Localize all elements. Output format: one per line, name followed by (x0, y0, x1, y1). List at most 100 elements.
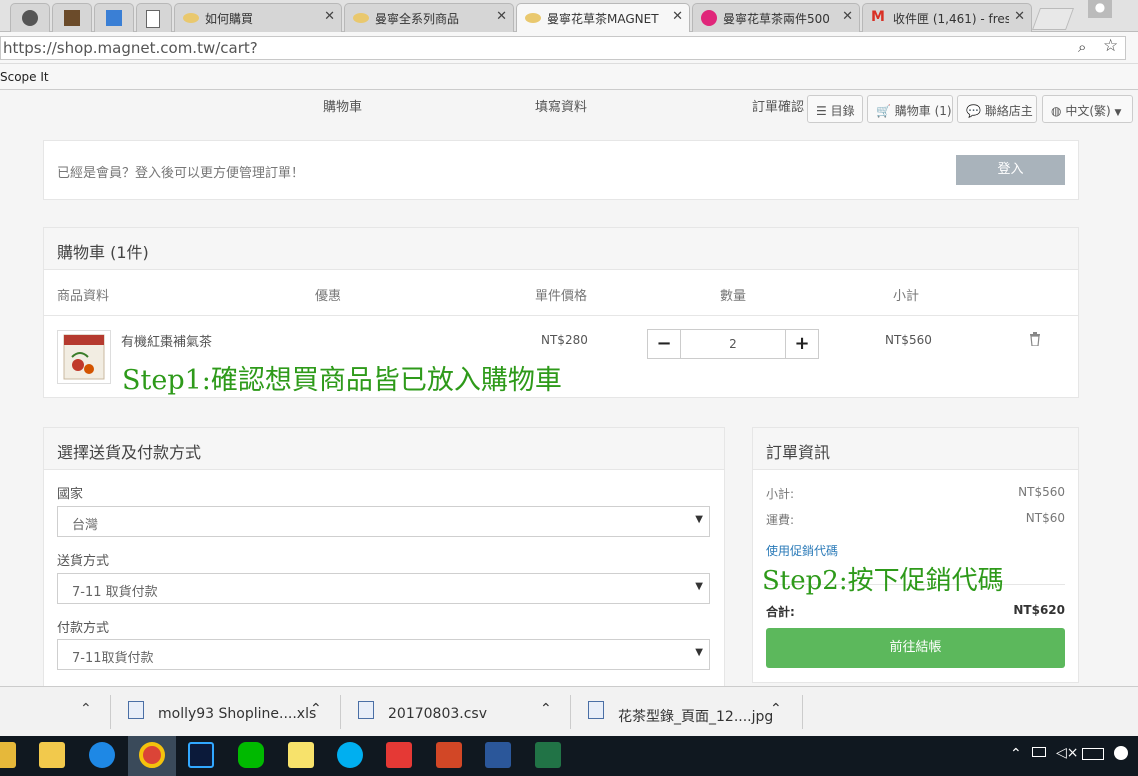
download-name: 花茶型錄_頁面_12....jpg (618, 709, 774, 725)
volume-icon[interactable]: ◁× (1056, 745, 1079, 761)
cart-label: 購物車 (1) (894, 104, 952, 118)
divider (340, 695, 341, 729)
file-explorer-icon[interactable] (39, 742, 65, 768)
tab-all-products[interactable]: 曼寧全系列商品 ✕ (344, 3, 514, 32)
quantity-input[interactable]: 2 (681, 329, 785, 359)
downloads-bar: ⌃ molly93 Shopline....xls ⌃ 20170803.csv… (0, 686, 1138, 736)
col-discount: 優惠 (315, 289, 342, 304)
caret-down-icon: ▼ (1114, 108, 1122, 118)
login-button[interactable]: 登入 (956, 155, 1065, 185)
tab-magnet-cart[interactable]: 曼寧花草茶MAGNET ✕ (516, 3, 690, 32)
col-subtotal: 小計 (893, 289, 920, 304)
close-icon[interactable]: ✕ (324, 9, 335, 24)
chevron-down-icon: ▼ (695, 514, 703, 525)
chevron-up-icon[interactable]: ⌃ (770, 701, 782, 717)
quantity-increase-button[interactable]: + (785, 329, 819, 359)
chevron-up-icon[interactable]: ⌃ (310, 701, 322, 717)
bookmark-scope-it[interactable]: Scope It (0, 70, 49, 84)
tab-label: 收件匣 (1,461) - fres (893, 12, 1009, 26)
checkout-button[interactable]: 前往結帳 (766, 628, 1065, 668)
cart-title: 購物車 (1件) (44, 228, 1078, 270)
address-bar: https://shop.magnet.com.tw/cart? (0, 32, 1138, 64)
order-title: 訂單資訊 (753, 428, 1078, 470)
app-icon[interactable] (0, 742, 16, 768)
close-icon[interactable]: ✕ (496, 9, 507, 24)
col-unit-price: 單件價格 (535, 289, 588, 304)
download-item-2[interactable]: 20170803.csv ⌃ (342, 687, 570, 737)
step-confirm: 訂單確認 (752, 100, 805, 115)
pinned-tab-3[interactable] (94, 3, 134, 32)
cart-icon: 🛒 (876, 104, 891, 118)
order-subtotal-value: NT$560 (1018, 485, 1065, 499)
shipping-panel: 選擇送貨及付款方式 國家 台灣 ▼ 送貨方式 7-11 取貨付款 ▼ 付款方式 … (43, 427, 725, 689)
taskbar: ⌃ ◁× (0, 736, 1138, 776)
tab-how-to-buy[interactable]: 如何購買 ✕ (174, 3, 342, 32)
tab-label: 曼寧全系列商品 (375, 12, 460, 26)
notification-icon[interactable] (1114, 746, 1128, 760)
contact-button[interactable]: 💬 聯絡店主 (957, 95, 1037, 123)
step-cart: 購物車 (323, 100, 363, 115)
csv-file-icon (358, 701, 374, 719)
tab-label: 曼寧花草茶兩件500 (723, 12, 830, 26)
payment-method-select[interactable]: 7-11取貨付款 ▼ (57, 639, 710, 670)
promo-code-link[interactable]: 使用促銷代碼 (766, 542, 838, 559)
tab-label: 曼寧花草茶MAGNET (547, 12, 659, 26)
chart-icon (106, 10, 122, 26)
word-icon[interactable] (485, 742, 511, 768)
col-quantity: 數量 (720, 289, 747, 304)
powerpoint-icon[interactable] (436, 742, 462, 768)
menu-icon: ☰ (816, 104, 827, 118)
shipping-method-select[interactable]: 7-11 取貨付款 ▼ (57, 573, 710, 604)
contact-label: 聯絡店主 (984, 104, 1033, 118)
pdf-icon[interactable] (386, 742, 412, 768)
download-item-1[interactable]: molly93 Shopline....xls ⌃ (112, 687, 340, 737)
photoshop-icon[interactable] (188, 742, 214, 768)
zoom-icon[interactable]: ⌕ (1078, 38, 1086, 56)
bookmarks-bar: Scope It (0, 64, 1138, 90)
catalog-label: 目錄 (830, 104, 855, 118)
product-name[interactable]: 有機紅棗補氣茶 (121, 331, 212, 350)
battery-icon[interactable] (1032, 747, 1046, 757)
catalog-button[interactable]: ☰ 目錄 (807, 95, 863, 123)
cart-button[interactable]: 🛒 購物車 (1) (867, 95, 953, 123)
close-icon[interactable]: ✕ (1014, 9, 1025, 24)
divider (110, 695, 111, 729)
country-select[interactable]: 台灣 ▼ (57, 506, 710, 537)
tab-gmail[interactable]: M 收件匣 (1,461) - fres ✕ (862, 3, 1032, 32)
download-name: molly93 Shopline....xls (158, 706, 317, 722)
magnet-icon (525, 13, 541, 23)
internet-explorer-icon[interactable] (89, 742, 115, 768)
image-file-icon (588, 701, 604, 719)
sticky-notes-icon[interactable] (288, 742, 314, 768)
shipping-method-label: 送貨方式 (57, 554, 110, 569)
pinned-tab-1[interactable] (10, 3, 50, 32)
order-shipping-label: 運費: (766, 513, 795, 527)
product-thumbnail[interactable] (57, 330, 111, 384)
chrome-icon[interactable] (139, 742, 165, 768)
excel-file-icon (128, 701, 144, 719)
skype-icon[interactable] (337, 742, 363, 768)
magnet-icon (183, 13, 199, 23)
trash-icon[interactable] (1029, 332, 1041, 350)
country-value: 台灣 (72, 518, 99, 533)
url-field[interactable]: https://shop.magnet.com.tw/cart? (0, 36, 1126, 60)
close-icon[interactable]: ✕ (842, 9, 853, 24)
chevron-up-icon[interactable]: ⌃ (540, 701, 552, 717)
download-item-3[interactable]: 花茶型錄_頁面_12....jpg ⌃ (572, 687, 802, 737)
profile-icon[interactable]: ● (1088, 0, 1112, 18)
chevron-down-icon: ▼ (695, 647, 703, 658)
excel-icon[interactable] (535, 742, 561, 768)
keyboard-icon[interactable] (1082, 748, 1104, 760)
bookmark-star-icon[interactable]: ☆ (1103, 36, 1118, 56)
pinned-tab-4[interactable] (136, 3, 172, 32)
language-dropdown[interactable]: ◍ 中文(繁) ▼ (1042, 95, 1133, 123)
close-icon[interactable]: ✕ (672, 9, 683, 24)
line-icon[interactable] (238, 742, 264, 768)
pinned-tab-2[interactable] (52, 3, 92, 32)
page-icon (146, 10, 160, 28)
tab-promo[interactable]: 曼寧花草茶兩件500 ✕ (692, 3, 860, 32)
quantity-decrease-button[interactable]: − (647, 329, 681, 359)
chevron-up-icon[interactable]: ⌃ (80, 701, 92, 717)
chevron-up-icon[interactable]: ⌃ (1010, 746, 1022, 762)
divider (570, 695, 571, 729)
